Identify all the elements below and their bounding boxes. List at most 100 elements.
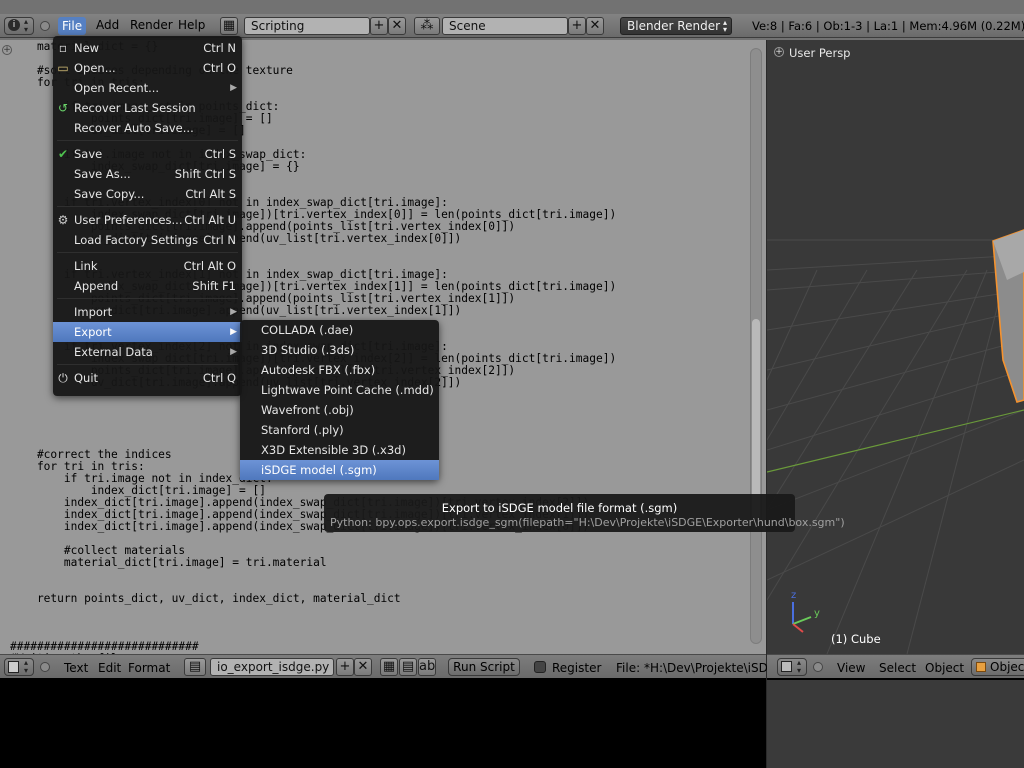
file-menu-item-open-recent[interactable]: Open Recent... ▶ (53, 78, 242, 98)
chevron-updown-icon: ▴ ▾ (797, 658, 802, 675)
submenu-arrow-icon: ▶ (230, 327, 237, 337)
export-menu-item[interactable]: Lightwave Point Cache (.mdd) (240, 380, 439, 400)
menu-item-label: Save (74, 147, 103, 161)
menu-select[interactable]: Select (879, 661, 916, 675)
mode-select[interactable]: Object (971, 658, 1024, 676)
submenu-arrow-icon: ▶ (230, 83, 237, 93)
file-menu-item-quit[interactable]: ⏻ Quit Ctrl Q (53, 368, 242, 388)
menu-item-shortcut: Ctrl Alt O (183, 259, 236, 273)
run-script-button[interactable]: Run Script (448, 658, 520, 676)
file-menu-item-recover-last-session[interactable]: ↺ Recover Last Session (53, 98, 242, 118)
object-label: (1) Cube (831, 632, 881, 646)
menu-item-label: Export (74, 325, 112, 339)
info-icon: i (8, 19, 20, 31)
menu-item-label: Save As... (74, 167, 131, 181)
editor-scrollbar[interactable] (750, 48, 762, 644)
scene-icon[interactable]: ⁂ (414, 17, 440, 35)
text-filename-field[interactable]: io_export_isdge.py (210, 658, 334, 676)
chevron-updown-icon: ▴ ▾ (722, 18, 727, 34)
menu-text[interactable]: Text (64, 661, 88, 675)
empty-area (0, 680, 766, 768)
add-layout-button[interactable]: + (370, 17, 388, 35)
collapse-menus-icon[interactable] (40, 662, 50, 672)
code-line[interactable] (10, 569, 711, 581)
new-text-button[interactable]: + (336, 658, 354, 676)
code-line[interactable] (10, 617, 711, 629)
tooltip: Export to iSDGE model file format (.sgm)… (324, 494, 845, 532)
file-menu-item-external-data[interactable]: External Data ▶ (53, 342, 242, 362)
menu-item-label: New (74, 41, 100, 55)
text-browse-icon[interactable]: ▤ (184, 658, 206, 676)
file-menu-item-load-factory-settings[interactable]: Load Factory Settings Ctrl N (53, 230, 242, 250)
editor-type-button[interactable]: ▴ ▾ (777, 658, 807, 676)
tooltip-python: Python: bpy.ops.export.isdge_sgm(filepat… (330, 516, 845, 529)
menu-item-shortcut: Ctrl N (203, 41, 236, 55)
menu-file[interactable]: File (58, 17, 87, 35)
menu-item-shortcut: Ctrl Alt S (185, 187, 236, 201)
scene-field[interactable]: Scene (442, 17, 568, 35)
menu-separator (57, 140, 238, 141)
collapse-menus-icon[interactable] (40, 21, 50, 31)
cube-icon (781, 661, 792, 672)
menu-view[interactable]: View (837, 661, 865, 675)
menu-edit[interactable]: Edit (98, 661, 121, 675)
menu-help[interactable]: Help (178, 18, 205, 32)
collapse-menus-icon[interactable] (813, 662, 823, 672)
menu-item-label: Recover Auto Save... (74, 121, 194, 135)
export-menu-item[interactable]: X3D Extensible 3D (.x3d) (240, 440, 439, 460)
viewport-header: ▴▾ View Select Object Object (767, 654, 1024, 678)
file-menu-item-user-preferences[interactable]: ⚙ User Preferences... Ctrl Alt U (53, 210, 242, 230)
screen-layout-field[interactable]: Scripting (244, 17, 370, 35)
viewport-plus-icon[interactable]: + (774, 47, 784, 57)
remove-scene-button[interactable]: ✕ (586, 17, 604, 35)
menu-item-label: User Preferences... (74, 213, 183, 227)
file-menu-item-open[interactable]: ▭ Open... Ctrl O (53, 58, 242, 78)
file-menu-item-save[interactable]: ✔ Save Ctrl S (53, 144, 242, 164)
line-numbers-toggle[interactable]: ▦ (380, 658, 398, 676)
submenu-arrow-icon: ▶ (230, 307, 237, 317)
code-line[interactable]: return points_dict, uv_dict, index_dict,… (10, 593, 711, 605)
file-menu-item-export[interactable]: Export ▶ (53, 322, 242, 342)
export-menu-item[interactable]: Stanford (.ply) (240, 420, 439, 440)
file-menu-item-recover-auto-save[interactable]: Recover Auto Save... (53, 118, 242, 138)
code-line[interactable]: material_dict[tri.image] = tri.material (10, 557, 711, 569)
chevron-updown-icon: ▴ ▾ (24, 17, 29, 34)
syntax-highlight-toggle[interactable]: ab (418, 658, 436, 676)
export-menu-item[interactable]: Autodesk FBX (.fbx) (240, 360, 439, 380)
file-menu-item-new[interactable]: ▫ New Ctrl N (53, 38, 242, 58)
screen-layout-icon[interactable]: ▦ (220, 17, 238, 35)
unlink-text-button[interactable]: ✕ (354, 658, 372, 676)
submenu-arrow-icon: ▶ (230, 347, 237, 357)
remove-layout-button[interactable]: ✕ (388, 17, 406, 35)
export-menu-item[interactable]: 3D Studio (.3ds) (240, 340, 439, 360)
menu-separator (57, 206, 238, 207)
menu-object[interactable]: Object (925, 661, 964, 675)
empty-area (767, 680, 1024, 768)
editor-type-button[interactable]: ▴ ▾ (4, 658, 34, 676)
export-menu-item[interactable]: COLLADA (.dae) (240, 320, 439, 340)
code-line[interactable] (10, 605, 711, 617)
menu-render[interactable]: Render (130, 18, 173, 32)
menu-item-label: Load Factory Settings (74, 233, 199, 247)
checkmark-icon: ✔ (57, 147, 69, 161)
3d-viewport[interactable]: + User Persp z y (1) Cube (767, 40, 1024, 654)
render-engine-select[interactable]: Blender Render ▴ ▾ (620, 17, 732, 35)
file-menu-item-save-copy[interactable]: Save Copy... Ctrl Alt S (53, 184, 242, 204)
export-menu-item[interactable]: iSDGE model (.sgm) (240, 460, 439, 480)
register-checkbox[interactable] (534, 661, 546, 673)
menu-item-label: External Data (74, 345, 153, 359)
word-wrap-toggle[interactable]: ▤ (399, 658, 417, 676)
menu-add[interactable]: Add (96, 18, 119, 32)
file-menu-item-link[interactable]: Link Ctrl Alt O (53, 256, 242, 276)
file-menu-item-append[interactable]: Append Shift F1 (53, 276, 242, 296)
add-scene-button[interactable]: + (568, 17, 586, 35)
editor-type-button[interactable]: i ▴ ▾ (4, 17, 34, 35)
editor-scroll-thumb[interactable] (752, 319, 760, 519)
export-menu-item[interactable]: Wavefront (.obj) (240, 400, 439, 420)
file-menu: ▫ New Ctrl N ▭ Open... Ctrl O Open Recent... ▶ ↺… (53, 36, 242, 396)
file-menu-item-import[interactable]: Import ▶ (53, 302, 242, 322)
file-menu-item-save-as[interactable]: Save As... Shift Ctrl S (53, 164, 242, 184)
menu-item-label: Save Copy... (74, 187, 145, 201)
menu-item-label: Import (74, 305, 113, 319)
menu-format[interactable]: Format (128, 661, 170, 675)
